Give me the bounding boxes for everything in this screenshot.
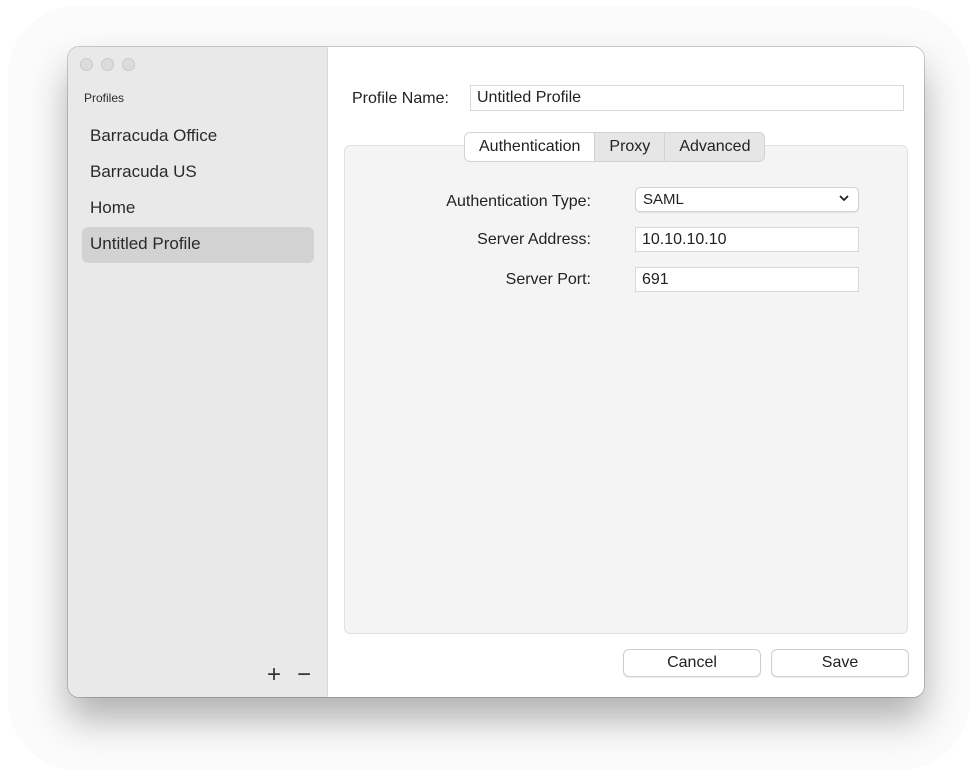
tab-authentication[interactable]: Authentication bbox=[465, 133, 596, 161]
authentication-type-label: Authentication Type: bbox=[446, 193, 591, 210]
zoom-window-button[interactable] bbox=[122, 58, 135, 71]
tab-advanced[interactable]: Advanced bbox=[665, 133, 765, 161]
server-address-label: Server Address: bbox=[477, 231, 591, 248]
authentication-type-value: SAML bbox=[643, 191, 684, 208]
add-profile-button[interactable]: + bbox=[264, 663, 284, 687]
minimize-window-button[interactable] bbox=[101, 58, 114, 71]
profile-name-label: Profile Name: bbox=[352, 90, 449, 107]
close-window-button[interactable] bbox=[80, 58, 93, 71]
sidebar-actions: + − bbox=[264, 663, 314, 687]
server-address-field[interactable] bbox=[635, 227, 859, 252]
sidebar: Profiles Barracuda Office Barracuda US H… bbox=[68, 47, 328, 697]
authentication-type-select[interactable]: SAML bbox=[635, 187, 859, 212]
profile-item-barracuda-office[interactable]: Barracuda Office bbox=[82, 119, 314, 155]
profile-list: Barracuda Office Barracuda US Home Untit… bbox=[82, 119, 314, 263]
profile-item-barracuda-us[interactable]: Barracuda US bbox=[82, 155, 314, 191]
server-port-field[interactable] bbox=[635, 267, 859, 292]
main-panel: Profile Name: Authentication Type: SAML … bbox=[328, 47, 924, 697]
window-controls bbox=[80, 58, 135, 71]
server-port-label: Server Port: bbox=[505, 271, 591, 288]
profile-name-input[interactable] bbox=[470, 85, 904, 111]
profile-item-home[interactable]: Home bbox=[82, 191, 314, 227]
profile-editor-window: Profiles Barracuda Office Barracuda US H… bbox=[68, 47, 924, 697]
tab-proxy[interactable]: Proxy bbox=[595, 133, 666, 161]
chevron-down-icon bbox=[839, 195, 849, 201]
tab-bar: Authentication Proxy Advanced bbox=[464, 132, 766, 162]
profiles-header: Profiles bbox=[84, 91, 125, 105]
save-button[interactable]: Save bbox=[771, 649, 909, 677]
cancel-button[interactable]: Cancel bbox=[623, 649, 761, 677]
remove-profile-button[interactable]: − bbox=[294, 663, 314, 687]
tab-content-panel: Authentication Type: SAML Server Address… bbox=[344, 145, 908, 634]
profile-item-untitled-profile[interactable]: Untitled Profile bbox=[82, 227, 314, 263]
